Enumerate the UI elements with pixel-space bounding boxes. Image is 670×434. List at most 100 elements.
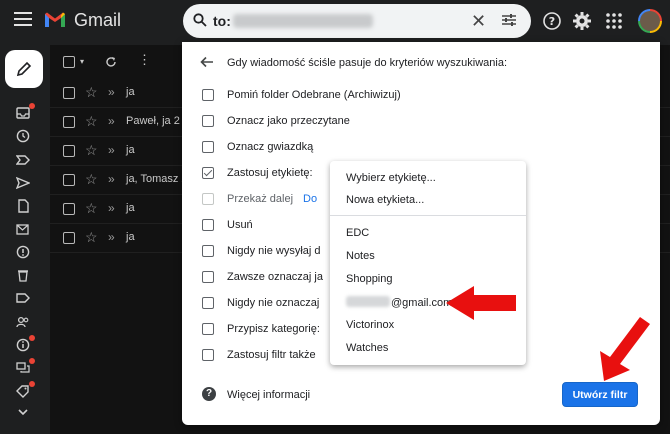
option-label: Przypisz kategorię: xyxy=(227,323,320,335)
row-checkbox[interactable] xyxy=(63,203,75,215)
compose-button[interactable] xyxy=(5,50,43,88)
redacted-username xyxy=(346,296,390,307)
spam-icon[interactable] xyxy=(16,245,30,259)
option-label: Oznacz gwiazdką xyxy=(227,141,314,153)
menu-item-label[interactable]: Notes xyxy=(346,250,375,262)
option-checkbox[interactable] xyxy=(202,323,214,335)
important-marker-icon[interactable]: » xyxy=(108,230,115,244)
important-marker-icon[interactable]: » xyxy=(108,172,115,186)
option-label: Oznacz jako przeczytane xyxy=(227,115,350,127)
option-checkbox[interactable] xyxy=(202,349,214,361)
updates-info-icon[interactable] xyxy=(16,338,30,352)
row-sender: ja xyxy=(126,86,135,98)
row-sender: ja xyxy=(126,231,135,243)
clear-search-icon[interactable]: ✕ xyxy=(471,12,486,30)
dialog-title: Gdy wiadomość ściśle pasuje do kryteriów… xyxy=(227,57,507,69)
menu-item-label[interactable]: Shopping xyxy=(346,273,393,285)
redacted-email xyxy=(233,14,373,28)
menu-divider xyxy=(330,215,526,216)
star-icon[interactable]: ☆ xyxy=(85,200,98,217)
option-label: Przekaż dalej xyxy=(227,193,294,205)
option-skip-inbox[interactable]: Pomiń folder Odebrane (Archiwizuj) xyxy=(202,87,442,103)
row-checkbox[interactable] xyxy=(63,87,75,99)
menu-item-choose-label[interactable]: Wybierz etykietę... xyxy=(346,172,436,184)
important-marker-icon[interactable]: » xyxy=(108,114,115,128)
gmail-logo[interactable] xyxy=(44,11,66,28)
drafts-icon[interactable] xyxy=(16,199,30,213)
menu-item-label[interactable]: Victorinox xyxy=(346,319,394,331)
account-avatar[interactable] xyxy=(638,9,662,33)
option-checkbox[interactable] xyxy=(202,245,214,257)
forums-unread-dot xyxy=(29,358,35,364)
important-icon[interactable] xyxy=(16,153,30,167)
social-people-icon[interactable] xyxy=(16,315,30,329)
star-icon[interactable]: ☆ xyxy=(85,113,98,130)
more-info-link[interactable]: Więcej informacji xyxy=(227,389,310,401)
row-checkbox[interactable] xyxy=(63,116,75,128)
row-checkbox[interactable] xyxy=(63,232,75,244)
search-bar[interactable]: to: ✕ xyxy=(183,4,531,38)
search-icon[interactable] xyxy=(193,13,207,27)
menu-item-new-label[interactable]: Nowa etykieta... xyxy=(346,194,424,206)
menu-item-email-label[interactable]: @gmail.com xyxy=(346,296,452,309)
promotions-unread-dot xyxy=(29,381,35,387)
forums-icon[interactable] xyxy=(16,361,30,375)
more-actions-icon[interactable]: ⋮ xyxy=(138,53,151,66)
row-sender: ja xyxy=(126,202,135,214)
inbox-unread-dot xyxy=(29,103,35,109)
main-menu-icon[interactable] xyxy=(14,12,32,26)
refresh-icon[interactable] xyxy=(105,56,117,68)
option-checkbox[interactable] xyxy=(202,89,214,101)
settings-gear-icon[interactable] xyxy=(572,11,592,31)
row-sender: ja, Tomasz 2 xyxy=(126,173,188,185)
row-checkbox[interactable] xyxy=(63,145,75,157)
annotation-arrow-left xyxy=(446,286,516,320)
select-all-checkbox[interactable] xyxy=(63,56,75,68)
option-checkbox-checked[interactable] xyxy=(202,167,214,179)
option-label: Zastosuj filtr także xyxy=(227,349,316,361)
create-filter-button[interactable]: Utwórz filtr xyxy=(562,382,638,407)
back-arrow-icon[interactable] xyxy=(200,55,214,69)
star-icon[interactable]: ☆ xyxy=(85,229,98,246)
inbox-icon[interactable] xyxy=(16,106,30,120)
option-label: Zawsze oznaczaj ja xyxy=(227,271,323,283)
menu-item-label[interactable]: Watches xyxy=(346,342,388,354)
option-checkbox[interactable] xyxy=(202,219,214,231)
menu-item-label[interactable]: EDC xyxy=(346,227,369,239)
star-icon[interactable]: ☆ xyxy=(85,84,98,101)
option-label: Usuń xyxy=(227,219,253,231)
row-sender: Paweł, ja 2 xyxy=(126,115,180,127)
trash-icon[interactable] xyxy=(16,268,30,282)
updates-unread-dot xyxy=(29,335,35,341)
row-checkbox[interactable] xyxy=(63,174,75,186)
help-icon[interactable]: ? xyxy=(542,11,562,31)
search-query[interactable]: to: xyxy=(213,13,231,29)
annotation-arrow-down-left xyxy=(600,317,650,381)
option-label: Pomiń folder Odebrane (Archiwizuj) xyxy=(227,89,401,101)
search-options-icon[interactable] xyxy=(501,13,517,27)
help-question-icon[interactable]: ? xyxy=(202,387,216,401)
important-marker-icon[interactable]: » xyxy=(108,143,115,157)
option-checkbox[interactable] xyxy=(202,271,214,283)
option-label: Zastosuj etykietę: xyxy=(227,167,313,179)
all-mail-icon[interactable] xyxy=(16,222,30,236)
important-marker-icon[interactable]: » xyxy=(108,201,115,215)
option-mark-read[interactable]: Oznacz jako przeczytane xyxy=(202,113,442,129)
promotions-tag-icon[interactable] xyxy=(16,384,30,398)
select-dropdown-icon[interactable]: ▾ xyxy=(80,57,84,66)
label-icon[interactable] xyxy=(16,291,30,305)
star-icon[interactable]: ☆ xyxy=(85,142,98,159)
option-checkbox-disabled[interactable] xyxy=(202,193,214,205)
option-checkbox[interactable] xyxy=(202,297,214,309)
important-marker-icon[interactable]: » xyxy=(108,85,115,99)
add-forwarding-link[interactable]: Do xyxy=(303,193,317,205)
option-label: Nigdy nie wysyłaj d xyxy=(227,245,321,257)
option-star[interactable]: Oznacz gwiazdką xyxy=(202,139,442,155)
star-icon[interactable]: ☆ xyxy=(85,171,98,188)
sent-icon[interactable] xyxy=(16,176,30,190)
option-checkbox[interactable] xyxy=(202,115,214,127)
option-checkbox[interactable] xyxy=(202,141,214,153)
expand-more-icon[interactable] xyxy=(16,405,30,419)
apps-grid-icon[interactable] xyxy=(604,11,624,31)
snoozed-clock-icon[interactable] xyxy=(16,129,30,143)
